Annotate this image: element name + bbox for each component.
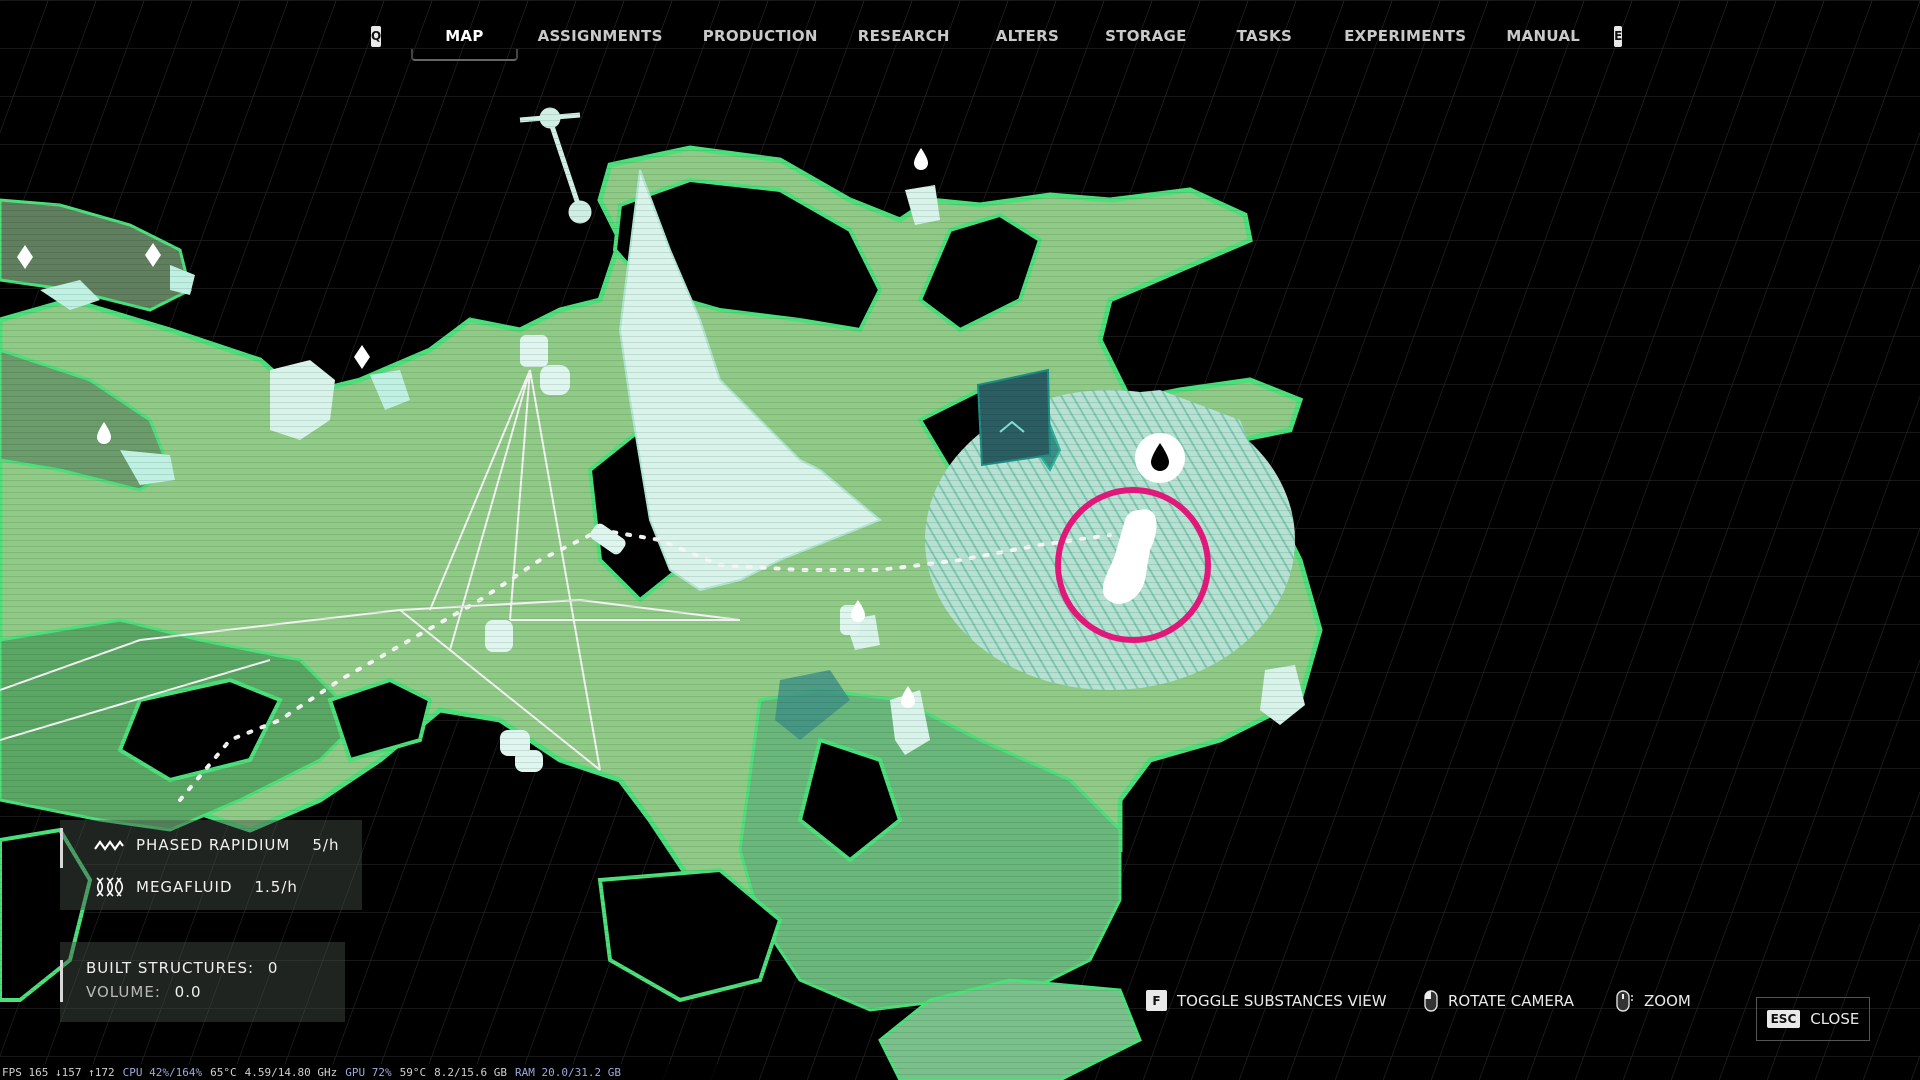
resource-row: MEGAFLUID 1.5/h [94,876,298,898]
close-label: CLOSE [1810,1010,1860,1028]
close-button[interactable]: ESC CLOSE [1756,997,1870,1041]
resource-name: MEGAFLUID [136,878,233,896]
tab-research[interactable]: RESEARCH [858,19,950,53]
tab-alters[interactable]: ALTERS [996,19,1059,53]
ram-readout: RAM 20.0/31.2 GB [515,1065,621,1079]
panel-accent-bar [60,828,63,868]
mouse-left-icon [1424,990,1438,1012]
tab-map[interactable]: MAP [410,19,519,61]
tab-experiments[interactable]: EXPERIMENTS [1344,19,1466,53]
zoom-label: ZOOM [1644,992,1691,1010]
cpu-temp: 65°C [210,1065,237,1079]
tab-production[interactable]: PRODUCTION [703,19,818,53]
toggle-substances-hint[interactable]: F TOGGLE SUBSTANCES VIEW [1146,990,1387,1011]
map-viewport[interactable] [0,0,1920,1080]
performance-overlay: FPS 165 ↓157 ↑172 CPU 42%/164% 65°C 4.59… [0,1064,732,1080]
cpu-clock: 4.59/14.80 GHz [244,1065,338,1079]
next-tab-key[interactable]: E [1614,25,1623,47]
toggle-key: F [1146,990,1167,1011]
built-structures-row: BUILT STRUCTURES: 0 [86,959,278,977]
scanline-overlay [0,0,1920,1080]
esc-key: ESC [1766,1010,1801,1028]
cpu-readout: CPU 42%/164% [122,1065,203,1079]
built-structures-value: 0 [267,959,279,977]
tab-manual[interactable]: MANUAL [1506,19,1580,53]
volume-label: VOLUME: [86,983,161,1001]
volume-row: VOLUME: 0.0 [86,983,202,1001]
resource-row: PHASED RAPIDIUM 5/h [94,836,339,854]
gpu-temp: 59°C [399,1065,427,1079]
resource-name: PHASED RAPIDIUM [136,836,291,854]
tab-storage[interactable]: STORAGE [1105,19,1187,53]
resource-panel: PHASED RAPIDIUM 5/h MEGAFLUID 1.5/h [60,820,362,910]
built-structures-label: BUILT STRUCTURES: [86,959,255,977]
tab-tasks[interactable]: TASKS [1237,19,1292,53]
resource-rate: 1.5/h [254,878,298,896]
tab-assignments[interactable]: ASSIGNMENTS [538,19,663,53]
gpu-readout: GPU 72% [345,1065,392,1079]
mouse-scroll-icon [1616,990,1633,1012]
panel-accent-bar [60,960,63,1002]
wave-icon [94,840,124,851]
rotate-camera-label: ROTATE CAMERA [1448,992,1574,1010]
resource-rate: 5/h [312,836,340,854]
volume-value: 0.0 [174,983,202,1001]
rotate-camera-hint: ROTATE CAMERA [1424,990,1574,1012]
built-structures-panel: BUILT STRUCTURES: 0 VOLUME: 0.0 [60,942,345,1022]
toggle-substances-label: TOGGLE SUBSTANCES VIEW [1177,991,1387,1010]
prev-tab-key[interactable]: Q [371,25,382,47]
zoom-hint: ZOOM [1616,990,1691,1012]
vram-readout: 8.2/15.6 GB [434,1065,508,1079]
helix-icon [96,877,124,897]
top-nav: Q MAP ASSIGNMENTS PRODUCTION RESEARCH AL… [360,14,1623,61]
fps-readout: FPS 165 ↓157 ↑172 [2,1065,115,1079]
